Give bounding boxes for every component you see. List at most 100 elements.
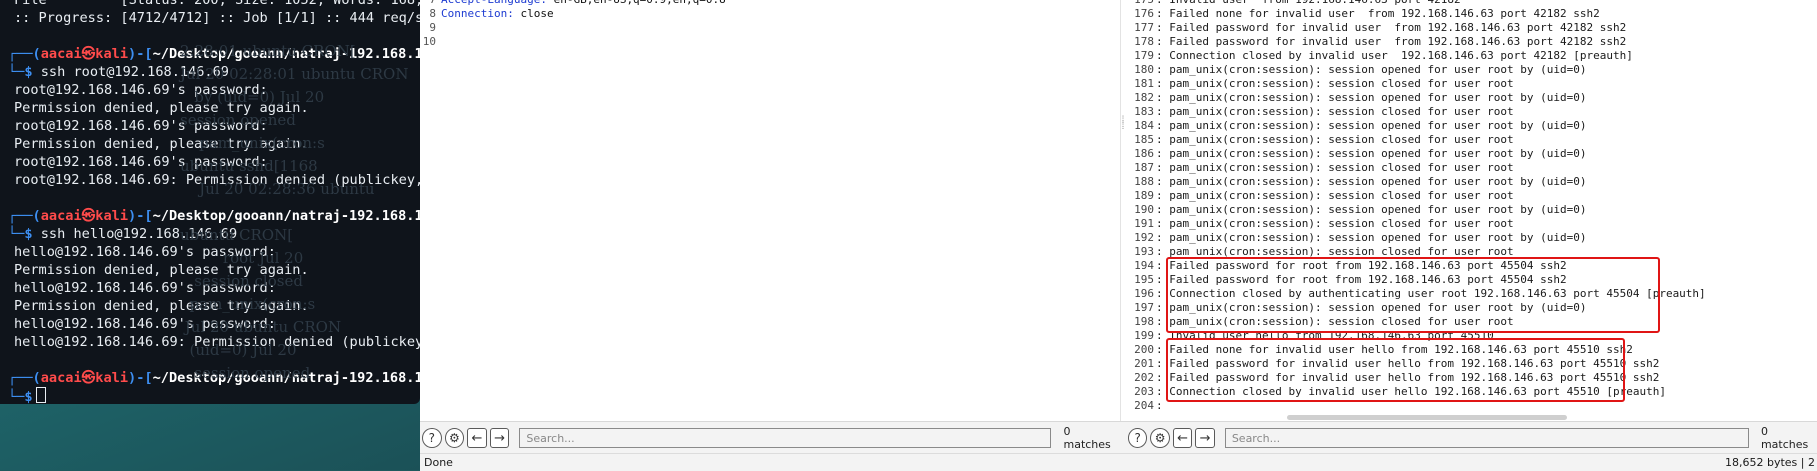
help-icon[interactable]: ? (1128, 428, 1148, 448)
log-text: Failed password for invalid user from 19… (1169, 35, 1627, 48)
log-text: pam_unix(cron:session): session opened f… (1169, 147, 1587, 160)
header-value: en-GB,en-US;q=0.9,en;q=0.8 (547, 0, 726, 6)
response-size: 18,652 bytes | 2 (1725, 456, 1815, 469)
line-number: 184 (1134, 119, 1154, 132)
line-number: 187 (1134, 161, 1154, 174)
response-line: 179: Connection closed by invalid user 1… (1120, 49, 1817, 63)
line-separator: : (1156, 217, 1170, 230)
prompt-decoration: ┌──( (8, 370, 41, 386)
gear-icon[interactable]: ⚙ (444, 428, 465, 448)
response-line: 175: Invalid user from 192.168.146.63 po… (1120, 0, 1817, 7)
prompt-decoration: )-[ (128, 46, 153, 62)
line-number: 203 (1134, 385, 1154, 398)
response-pane[interactable]: 175: Invalid user from 192.168.146.63 po… (1120, 0, 1817, 421)
line-separator: : (1156, 7, 1170, 20)
burp-repeater-window: 7Accept-Language: en-GB,en-US;q=0.9,en;q… (420, 0, 1817, 471)
line-number: 181 (1134, 77, 1154, 90)
terminal-window[interactable]: 2:28:01 ubuntu CRON[ Jul 20 02:28:01 ubu… (0, 0, 420, 404)
prompt-host: kali (95, 208, 129, 224)
line-separator: : (1156, 175, 1170, 188)
line-number: 8 (429, 7, 436, 20)
terminal-line: File [Status: 200, Size: 1052, Words: 16… (14, 0, 420, 8)
log-text: pam_unix(cron:session): session opened f… (1169, 175, 1587, 188)
log-text: pam_unix(cron:session): session closed f… (1169, 105, 1514, 118)
response-line: 185: pam_unix(cron:session): session clo… (1120, 133, 1817, 147)
gear-icon[interactable]: ⚙ (1150, 428, 1170, 448)
line-number: 191 (1134, 217, 1154, 230)
response-line: 191: pam_unix(cron:session): session clo… (1120, 217, 1817, 231)
log-text: pam_unix(cron:session): session closed f… (1169, 189, 1514, 202)
header-name: Accept-Language: (441, 0, 547, 6)
response-search-input[interactable]: Search... (1224, 428, 1749, 448)
response-line: 188: pam_unix(cron:session): session ope… (1120, 175, 1817, 189)
log-text: Failed none for invalid user from 192.16… (1169, 7, 1600, 20)
request-search-input[interactable]: Search... (519, 428, 1052, 448)
line-number: 7 (420, 0, 441, 7)
line-separator: : (1156, 133, 1170, 146)
request-line: 10 (420, 35, 1120, 49)
response-search-bar: ? ⚙ ← → Search... 0 matches (1120, 421, 1817, 454)
prompt-decoration: ┌──( (8, 208, 41, 224)
response-horizontal-scrollbar[interactable] (1287, 415, 1567, 420)
log-text: Invalid user from 192.168.146.63 port 42… (1169, 0, 1460, 6)
line-separator: : (1156, 63, 1170, 76)
line-separator: : (1156, 77, 1170, 90)
log-text: pam_unix(cron:session): session closed f… (1169, 133, 1514, 146)
response-line: 176: Failed none for invalid user from 1… (1120, 7, 1817, 21)
line-number: 199 (1134, 329, 1154, 342)
line-separator: : (1156, 35, 1170, 48)
text-cursor (35, 387, 46, 403)
line-number: 182 (1134, 91, 1154, 104)
line-number: 189 (1134, 189, 1154, 202)
log-text: pam_unix(cron:session): session opened f… (1169, 91, 1587, 104)
line-separator: : (1156, 189, 1170, 202)
prompt-symbol: └─$ (8, 64, 41, 80)
line-number: 194 (1134, 259, 1154, 272)
prompt-user: aacai (40, 370, 82, 386)
line-separator: : (1156, 147, 1170, 160)
line-separator: : (1156, 105, 1170, 118)
line-number: 204 (1134, 399, 1154, 412)
response-line: 180: pam_unix(cron:session): session ope… (1120, 63, 1817, 77)
terminal-input-line[interactable]: └─$ (0, 387, 420, 404)
prompt-decoration: )-[ (128, 208, 153, 224)
line-separator: : (1156, 231, 1170, 244)
prompt-host: kali (95, 370, 129, 386)
response-line: 178: Failed password for invalid user fr… (1120, 35, 1817, 49)
back-arrow-icon[interactable]: ← (467, 428, 487, 448)
response-line: 184: pam_unix(cron:session): session ope… (1120, 119, 1817, 133)
back-arrow-icon[interactable]: ← (1172, 428, 1193, 448)
line-number: 195 (1134, 273, 1154, 286)
header-name: Connection: (441, 7, 514, 20)
log-text: pam_unix(cron:session): session closed f… (1169, 77, 1514, 90)
line-separator: : (1156, 49, 1170, 62)
line-separator: : (1156, 203, 1170, 216)
log-text: pam_unix(cron:session): session closed f… (1169, 161, 1514, 174)
forward-arrow-icon[interactable]: → (489, 428, 510, 448)
request-search-bar: ? ⚙ ← → Search... 0 matches (420, 421, 1120, 454)
log-text: pam_unix(cron:session): session opened f… (1169, 119, 1587, 132)
terminal-line: :: Progress: [4712/4712] :: Job [1/1] ::… (14, 10, 420, 26)
forward-arrow-icon[interactable]: → (1195, 428, 1215, 448)
line-separator: : (1156, 21, 1170, 34)
response-line: 192: pam_unix(cron:session): session ope… (1120, 231, 1817, 245)
prompt-decoration: )-[ (128, 370, 153, 386)
line-number: 201 (1134, 357, 1154, 370)
response-line: 187: pam_unix(cron:session): session clo… (1120, 161, 1817, 175)
line-number: 193 (1134, 245, 1154, 258)
request-line: 8 Connection: close (420, 7, 1120, 21)
log-text: pam_unix(cron:session): session opened f… (1169, 203, 1587, 216)
line-number: 175 (1120, 0, 1156, 7)
line-separator: : (1156, 161, 1170, 174)
line-separator: : (1156, 91, 1170, 104)
log-text: pam_unix(cron:session): session closed f… (1169, 217, 1514, 230)
log-text: pam_unix(cron:session): session opened f… (1169, 231, 1587, 244)
help-icon[interactable]: ? (422, 428, 442, 448)
line-number: 183 (1134, 105, 1154, 118)
request-pane[interactable]: 7Accept-Language: en-GB,en-US;q=0.9,en;q… (420, 0, 1120, 421)
response-line: 189: pam_unix(cron:session): session clo… (1120, 189, 1817, 203)
response-match-count: 0 matches (1760, 425, 1809, 451)
response-line: 183: pam_unix(cron:session): session clo… (1120, 105, 1817, 119)
prompt-symbol: └─$ (8, 389, 33, 404)
line-number: 186 (1134, 147, 1154, 160)
